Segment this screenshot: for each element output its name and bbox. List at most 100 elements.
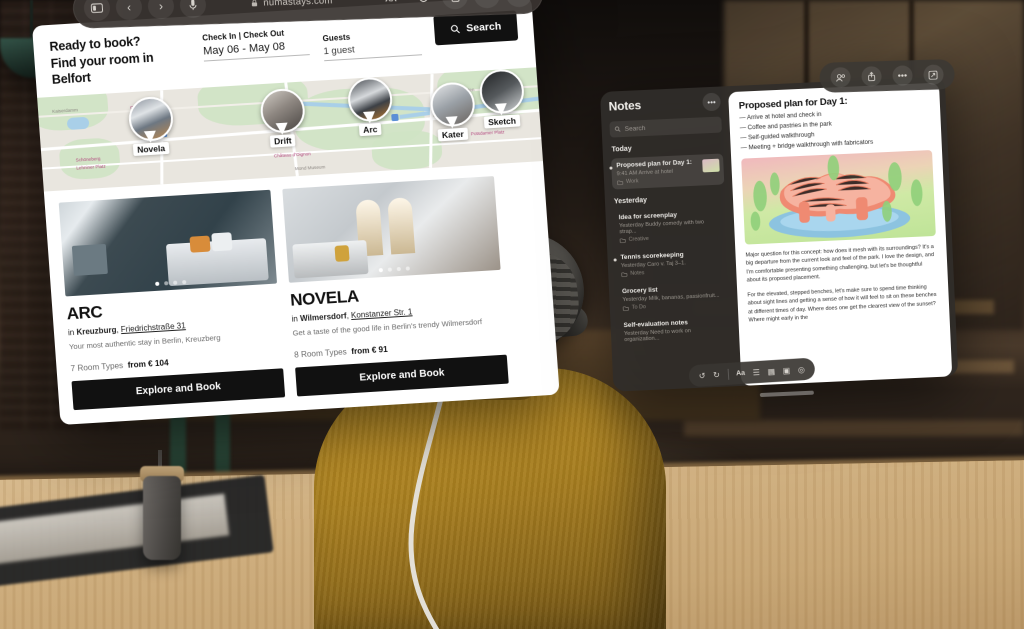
note-list-item[interactable]: Grocery list Yesterday Milk, bananas, pa… — [617, 279, 730, 315]
table-icon[interactable]: ▦ — [767, 366, 775, 375]
map-pin-arc[interactable]: Arc — [346, 75, 394, 136]
pepper-grinder — [143, 476, 181, 560]
checklist-icon[interactable]: ☰ — [752, 367, 760, 376]
new-tab-button[interactable]: + — [473, 0, 501, 9]
note-folder-name: Work — [625, 178, 639, 185]
placemat-insert — [0, 493, 230, 565]
pin-tip — [445, 115, 459, 129]
url-text: numastays.com — [263, 0, 333, 9]
markup-icon[interactable]: ◎ — [798, 365, 806, 374]
hotel-room-types: 8 Room Types — [293, 346, 348, 360]
hotel-photo[interactable] — [58, 189, 278, 296]
folder-icon — [617, 180, 624, 185]
note-paragraph: For the elevated, stepped benches, let's… — [747, 284, 937, 324]
hotel-photo[interactable] — [282, 175, 501, 283]
pin-label: Kater — [437, 127, 469, 141]
map-pin-novela[interactable]: Novela — [127, 95, 175, 156]
search-placeholder: Search — [624, 124, 646, 133]
more-options-button[interactable]: ••• — [892, 65, 913, 86]
notes-sidebar: Notes ••• Search Today Proposed plan for… — [600, 86, 741, 391]
map-poi[interactable] — [391, 113, 399, 121]
hotel-district: Kreuzburg — [76, 324, 117, 337]
unread-dot — [613, 258, 617, 262]
carousel-dot[interactable] — [387, 266, 392, 272]
hotel-street[interactable]: Friedrichstraße 31 — [120, 321, 185, 334]
hotel-results: ARC in Kreuzburg, Friedrichstraße 31 You… — [44, 161, 559, 411]
note-artwork[interactable] — [741, 150, 936, 245]
carousel-dot[interactable] — [155, 281, 160, 286]
redo-icon[interactable]: ↻ — [713, 370, 720, 379]
search-button-label: Search — [465, 20, 502, 35]
note-editor[interactable]: Proposed plan for Day 1: — Arrive at hot… — [728, 82, 953, 386]
photo-carousel-dots[interactable] — [378, 265, 410, 272]
note-list-item[interactable]: Idea for screenplay Yesterday Buddy come… — [613, 205, 727, 247]
unread-dot — [609, 166, 613, 170]
carousel-dot[interactable] — [396, 266, 401, 271]
folder-icon — [621, 271, 628, 277]
collaborate-icon[interactable] — [830, 66, 852, 88]
share-icon[interactable] — [441, 0, 469, 10]
map-pin-sketch[interactable]: Sketch — [478, 67, 526, 129]
explore-and-book-button[interactable]: Explore and Book — [71, 367, 286, 410]
sidebar-icon[interactable] — [83, 0, 111, 22]
forward-button[interactable]: › — [147, 0, 175, 20]
safari-window[interactable]: Ready to book? Find your room in Belfort … — [32, 0, 560, 425]
map-street-label: Potsdamer Platz — [470, 128, 505, 136]
pin-tip — [494, 102, 508, 116]
carousel-dot[interactable] — [173, 280, 178, 285]
tabs-icon[interactable] — [505, 0, 533, 8]
undo-icon[interactable]: ↺ — [699, 371, 706, 380]
guests-field[interactable]: Guests 1 guest — [321, 16, 423, 62]
carousel-dot[interactable] — [164, 280, 169, 285]
map-pin-drift[interactable]: Drift — [259, 87, 307, 148]
dates-field[interactable]: Check In | Check Out May 06 - May 08 — [202, 23, 310, 62]
note-folder-name: Notes — [630, 270, 645, 277]
note-list-item[interactable]: Tennis scorekeeping Yesterday Caro v. Ta… — [613, 245, 728, 281]
map-lake — [66, 116, 90, 130]
share-icon[interactable] — [861, 66, 882, 87]
explore-and-book-button[interactable]: Explore and Book — [295, 354, 509, 396]
note-folder-name: Creative — [628, 235, 649, 243]
toolbar-divider — [727, 368, 729, 380]
note-paragraph: Major question for this concept: how doe… — [745, 244, 935, 284]
photo-window — [387, 196, 416, 254]
lock-icon — [252, 0, 258, 7]
note-list-item[interactable]: Proposed plan for Day 1: 9:41 AM Arrive … — [609, 153, 725, 190]
hotel-room-types: 7 Room Types — [70, 360, 124, 373]
search-icon — [614, 126, 621, 132]
carousel-dot[interactable] — [378, 267, 383, 272]
map-pin-kater[interactable]: Kater — [429, 80, 477, 141]
safari-content: Ready to book? Find your room in Belfort … — [32, 0, 560, 425]
photo-pillow — [189, 235, 211, 253]
carousel-dot[interactable] — [182, 279, 187, 284]
headline-line-2: Find your room in Belfort — [50, 50, 154, 87]
vr-scene: Ready to book? Find your room in Belfort … — [0, 0, 1024, 629]
pin-label: Novela — [132, 141, 170, 156]
photo-sofa — [292, 239, 369, 278]
carousel-dot[interactable] — [405, 265, 410, 271]
back-button[interactable]: ‹ — [115, 0, 143, 21]
folder-icon — [619, 237, 626, 243]
hotel-price: from € 104 — [127, 357, 169, 370]
note-list-item[interactable]: Self-evaluation notes Yesterday Need to … — [618, 313, 731, 347]
map-street-label: Mond Museum — [294, 163, 326, 171]
hotel-price: from € 91 — [350, 344, 388, 356]
reload-icon[interactable] — [409, 0, 436, 11]
hotel-card-novela[interactable]: NOVELA in Wilmersdorf, Konstanzer Str. 1… — [282, 175, 509, 396]
expand-icon[interactable] — [922, 64, 944, 85]
camera-icon[interactable]: ▣ — [782, 365, 790, 374]
photo-pillow — [211, 231, 233, 251]
address-bar[interactable]: numastays.com — [212, 0, 372, 10]
notes-window-controls[interactable]: ••• — [819, 59, 955, 93]
notes-window[interactable]: Notes ••• Search Today Proposed plan for… — [600, 59, 959, 398]
notes-group-label-yesterday: Yesterday — [613, 196, 648, 206]
hotel-card-arc[interactable]: ARC in Kreuzburg, Friedrichstraße 31 You… — [58, 189, 286, 410]
notes-search-input[interactable]: Search — [609, 116, 722, 138]
pin-tip — [143, 130, 157, 143]
pin-tip — [362, 110, 376, 124]
microphone-icon[interactable] — [179, 0, 207, 19]
hotel-street[interactable]: Konstanzer Str. 1 — [351, 307, 413, 320]
text-size-button[interactable]: AA — [377, 0, 404, 12]
map-street-label: Château d'Oignon — [273, 150, 311, 158]
format-button[interactable]: Aa — [736, 369, 745, 377]
